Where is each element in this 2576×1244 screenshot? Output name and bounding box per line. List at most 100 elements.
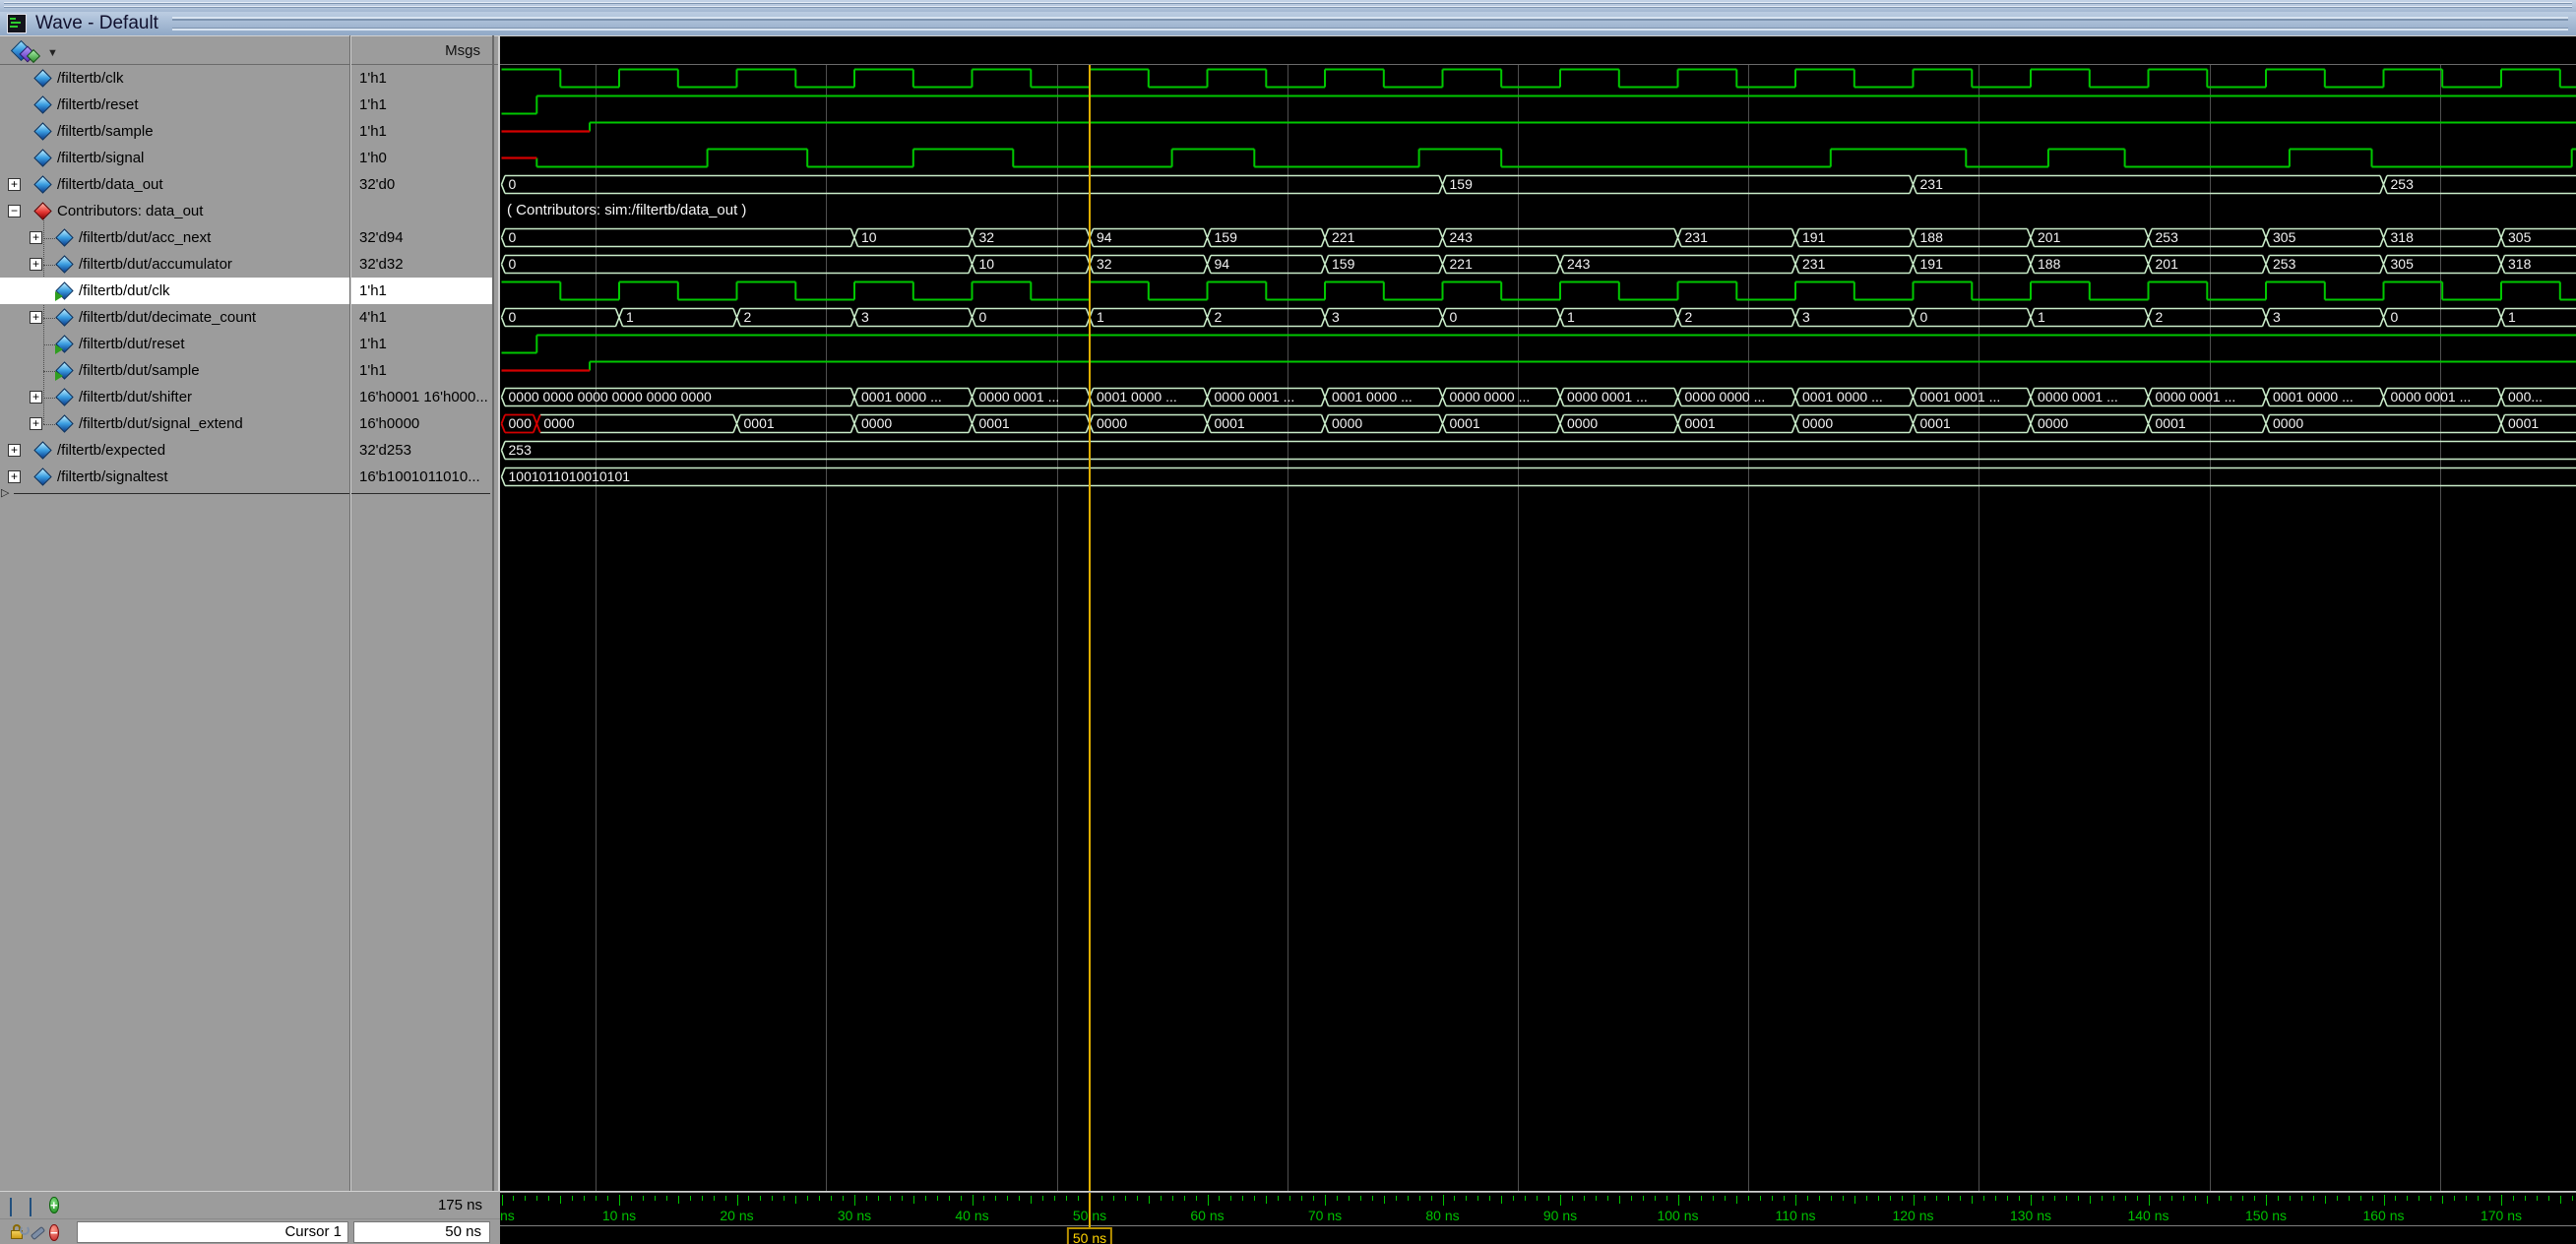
expand-icon[interactable]: + — [8, 178, 21, 191]
signal-row-signal[interactable]: /filtertb/signal — [0, 145, 349, 171]
wave-row-data_out[interactable]: 0 159 231 253 — [500, 171, 2576, 198]
bus-value-label: 0000 0001 ... — [978, 389, 1060, 404]
timeline-ruler[interactable]: 0 ns 10 ns 20 ns 30 ns 40 ns 50 ns 60 ns 70 ns 8… — [500, 1192, 2576, 1244]
signal-row-contributors[interactable]: − Contributors: data_out — [0, 198, 349, 224]
ruler-tick — [2171, 1196, 2172, 1201]
signal-name: /filtertb/reset — [57, 96, 139, 113]
wave-row-dut_reset[interactable] — [500, 331, 2576, 357]
signal-diamond-icon — [55, 308, 74, 327]
signal-value-reset: 1'h1 — [359, 96, 387, 113]
expand-icon[interactable]: + — [30, 258, 42, 271]
cursor-row: − Cursor 1 50 ns — [0, 1218, 500, 1244]
signal-diamond-icon — [55, 414, 74, 433]
collapse-icon[interactable]: − — [8, 205, 21, 218]
wave-row-expected[interactable]: 253 — [500, 437, 2576, 464]
ruler-tick — [2183, 1196, 2184, 1201]
signal-row-decimate_count[interactable]: + /filtertb/dut/decimate_count — [0, 304, 349, 331]
ruler-time-label: 0 ns — [500, 1208, 515, 1223]
title-bar[interactable]: Wave - Default — [0, 12, 2576, 35]
cursor-line[interactable] — [1089, 65, 1091, 1191]
signal-value-data_out: 32'd0 — [359, 176, 396, 193]
bus-value-label: 0001 — [978, 415, 1010, 431]
cursor-note-icon[interactable] — [30, 1197, 45, 1216]
wave-row-reset[interactable] — [500, 92, 2576, 118]
signal-row-signal_extend[interactable]: + /filtertb/dut/signal_extend — [0, 410, 349, 437]
ruler-tick — [2560, 1196, 2561, 1204]
signal-value-dut_clk: 1'h1 — [351, 278, 492, 304]
wave-row-signaltest[interactable]: 1001011010010101 — [500, 464, 2576, 490]
expand-icon[interactable]: + — [30, 231, 42, 244]
bus-value-label: 3 — [861, 309, 869, 325]
signal-values-pane[interactable]: 1'h1 1'h1 1'h1 1'h0 32'd0 32'd94 32'd32 1'h1 4'h… — [351, 65, 492, 1191]
cursor-doc-icon[interactable] — [10, 1197, 26, 1216]
wave-row-shifter[interactable]: 0000 0000 0000 0000 0000 0000 0001 0000 .… — [500, 384, 2576, 410]
expand-icon[interactable]: + — [8, 444, 21, 457]
expand-icon[interactable]: + — [8, 470, 21, 483]
signal-row-acc_next[interactable]: + /filtertb/dut/acc_next — [0, 224, 349, 251]
wave-row-acc_next[interactable]: 0 10 32 94 159 221 243 231 191 188 201 253 305 318 305 — [500, 224, 2576, 251]
diamond-shape — [33, 467, 52, 486]
edit-cursor-icon[interactable] — [20, 1224, 46, 1241]
signal-row-dut_reset[interactable]: /filtertb/dut/reset — [0, 331, 349, 357]
wave-row-sample[interactable] — [500, 118, 2576, 145]
bus-value-label: 000... — [2508, 389, 2544, 404]
bus-value-label: 305 — [2508, 229, 2532, 245]
signal-row-signaltest[interactable]: + /filtertb/signaltest — [0, 464, 349, 490]
wave-row-signal[interactable] — [500, 145, 2576, 171]
wave-row-signal_extend[interactable]: 000X 0000 0001 0000 0001 0000 0001 0000 0001 0000… — [500, 410, 2576, 437]
bus-value-label: 0 — [508, 309, 517, 325]
ruler-tick — [1408, 1196, 1409, 1201]
expand-icon[interactable]: + — [30, 417, 42, 430]
cursor-time-field[interactable]: 50 ns — [353, 1221, 490, 1243]
wave-row-decimate_count[interactable]: 0 1 2 3 0 1 2 3 0 1 2 3 0 1 2 3 0 1 — [500, 304, 2576, 331]
values-wave-divider[interactable] — [492, 35, 494, 1244]
cursor-time-badge[interactable]: 50 ns — [1066, 1227, 1113, 1244]
signal-row-dut_clk[interactable]: /filtertb/dut/clk — [0, 278, 349, 304]
signal-row-data_out[interactable]: + /filtertb/data_out — [0, 171, 349, 198]
add-cursor-icon[interactable]: + — [49, 1197, 65, 1213]
signal-value-clk: 1'h1 — [359, 70, 387, 87]
ruler-tick — [1219, 1196, 1220, 1201]
signal-diamond-icon — [33, 95, 52, 114]
wave-row-contributors[interactable]: ( Contributors: sim:/filtertb/data_out ) — [500, 198, 2576, 224]
signal-row-shifter[interactable]: + /filtertb/dut/shifter — [0, 384, 349, 410]
ruler-tick — [1149, 1196, 1150, 1204]
expand-icon[interactable]: + — [30, 391, 42, 404]
signal-row-sample[interactable]: /filtertb/sample — [0, 118, 349, 145]
wave-row-dut_sample[interactable] — [500, 357, 2576, 384]
wave-row-dut_clk[interactable] — [500, 278, 2576, 304]
cursor-name-field[interactable]: Cursor 1 — [77, 1221, 348, 1243]
ruler-tick — [1431, 1196, 1432, 1201]
expand-icon[interactable]: + — [30, 311, 42, 324]
signal-row-reset[interactable]: /filtertb/reset — [0, 92, 349, 118]
ruler-major-tick — [1914, 1195, 1915, 1206]
bus-value-label: 0 — [508, 176, 517, 192]
ruler-major-tick — [502, 1195, 503, 1206]
wave-header-area — [500, 36, 2576, 64]
signal-row-clk[interactable]: /filtertb/clk — [0, 65, 349, 92]
bus-value-label: 0000 — [1332, 415, 1363, 431]
ruler-tick — [513, 1196, 514, 1201]
ruler-time-label: 80 ns — [1425, 1208, 1460, 1223]
signal-value-acc_next: 32'd94 — [359, 229, 404, 246]
bus-value-label: 253 — [2155, 229, 2178, 245]
ruler-tick — [1384, 1196, 1385, 1204]
bus-value-label: 3 — [2273, 309, 2281, 325]
signal-row-dut_sample[interactable]: /filtertb/dut/sample — [0, 357, 349, 384]
title-grip-lines — [171, 17, 2568, 31]
msgs-column-header[interactable]: Msgs — [351, 39, 480, 63]
add-signal-diamond-dropdown-icon[interactable]: ▼ — [8, 39, 58, 64]
waveform-area[interactable]: 0 159 231 253( Contributors: sim:/filtertb/… — [500, 65, 2576, 1191]
signal-row-expected[interactable]: + /filtertb/expected — [0, 437, 349, 464]
wave-row-accumulator[interactable]: 0 10 32 94 159 221 243 231 191 188 201 253 305 318 — [500, 251, 2576, 278]
signal-row-accumulator[interactable]: + /filtertb/dut/accumulator — [0, 251, 349, 278]
ruler-tick — [643, 1196, 644, 1201]
signal-names-pane[interactable]: /filtertb/clk/filtertb/reset/filtertb/sa… — [0, 65, 349, 1191]
signal-name: /filtertb/dut/signal_extend — [79, 415, 243, 432]
remove-cursor-icon[interactable]: − — [49, 1224, 65, 1241]
ruler-tick — [2054, 1196, 2055, 1201]
wave-row-clk[interactable] — [500, 65, 2576, 92]
insertion-line-values — [351, 493, 490, 494]
bus-value-label: 0001 — [1684, 415, 1716, 431]
ruler-tick — [2137, 1196, 2138, 1201]
